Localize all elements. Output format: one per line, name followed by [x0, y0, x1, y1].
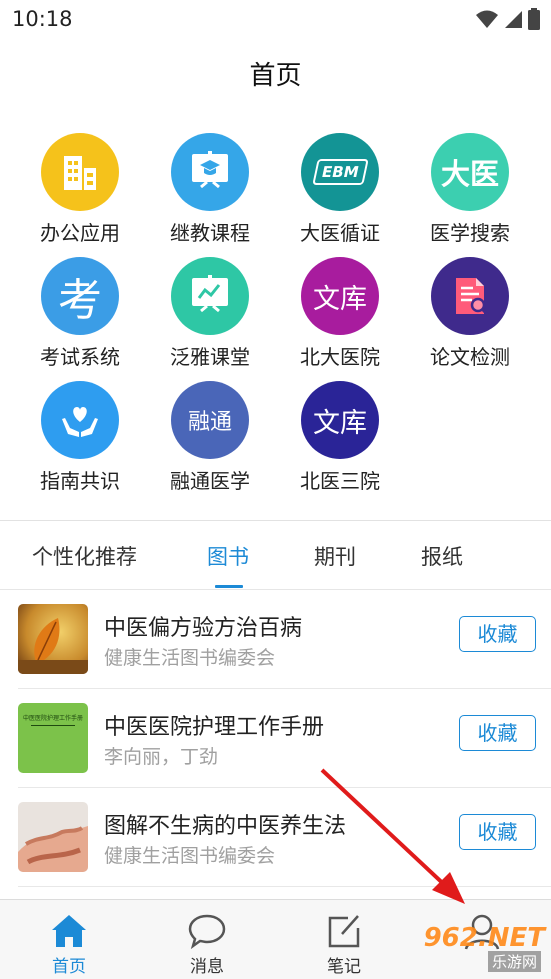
- app-label: 办公应用: [40, 221, 120, 245]
- ebm-logo-icon: EBM: [301, 133, 379, 211]
- nav-label: 消息: [190, 957, 224, 977]
- edit-note-icon: [328, 915, 360, 948]
- dayi-logo-icon: 大医: [431, 133, 509, 211]
- app-pku-hospital[interactable]: 文库 北大医院: [275, 254, 405, 374]
- collect-button[interactable]: 收藏: [459, 616, 536, 652]
- app-office[interactable]: 办公应用: [15, 130, 145, 250]
- chat-bubble-icon: [188, 914, 226, 950]
- ebm-glyph: EBM: [311, 159, 369, 185]
- hands-heart-icon: [41, 381, 119, 459]
- list-item[interactable]: 中医医院护理工作手册 中医医院护理工作手册 李向丽，丁劲 收藏: [0, 689, 551, 788]
- collect-button[interactable]: 收藏: [459, 814, 536, 850]
- app-guidelines[interactable]: 指南共识: [15, 378, 145, 498]
- wifi-icon: [476, 10, 498, 28]
- classroom-chart-icon: [171, 257, 249, 335]
- exam-kao-icon: 考: [41, 257, 119, 335]
- nav-notes[interactable]: 笔记: [275, 900, 413, 979]
- category-tabs: 个性化推荐 图书 期刊 报纸: [0, 521, 551, 589]
- nav-profile[interactable]: [413, 900, 551, 979]
- dayi-glyph: 大医: [440, 157, 499, 191]
- nav-home[interactable]: 首页: [0, 900, 138, 979]
- nav-label: 首页: [52, 957, 86, 977]
- collect-button[interactable]: 收藏: [459, 715, 536, 751]
- book-cover-green-manual: 中医医院护理工作手册: [18, 703, 88, 773]
- book-cover-autumn-leaf: [18, 604, 88, 674]
- office-building-icon: [41, 133, 119, 211]
- app-label: 北大医院: [300, 345, 380, 369]
- app-label: 泛雅课堂: [170, 345, 250, 369]
- book-author: 健康生活图书编委会: [104, 647, 276, 669]
- rongtong-icon: 融通: [171, 381, 249, 459]
- bottom-nav: 首页 消息 笔记: [0, 899, 551, 979]
- app-label: 指南共识: [40, 469, 120, 493]
- list-item[interactable]: 中医偏方验方治百病 健康生活图书编委会 收藏: [0, 590, 551, 689]
- status-time: 10:18: [12, 7, 73, 31]
- home-icon: [52, 915, 86, 947]
- app-label: 北医三院: [300, 469, 380, 493]
- profile-icon: [464, 914, 500, 950]
- list-item[interactable]: 图解不生病的中医养生法 健康生活图书编委会 收藏: [0, 788, 551, 887]
- app-exam[interactable]: 考 考试系统: [15, 254, 145, 374]
- app-ebm[interactable]: EBM 大医循证: [275, 130, 405, 250]
- app-label: 大医循证: [300, 221, 380, 245]
- wenku-glyph: 文库: [313, 407, 367, 439]
- app-label: 融通医学: [170, 469, 250, 493]
- status-icons: [475, 8, 541, 30]
- rongtong-glyph: 融通: [187, 410, 232, 435]
- book-title: 中医医院护理工作手册: [104, 715, 325, 740]
- book-author: 李向丽，丁劲: [104, 746, 219, 768]
- tab-journals[interactable]: 期刊: [314, 541, 356, 571]
- tab-books[interactable]: 图书: [207, 541, 249, 571]
- app-courses[interactable]: 继教课程: [145, 130, 275, 250]
- app-search[interactable]: 大医 医学搜索: [405, 130, 535, 250]
- presentation-board-icon: [171, 133, 249, 211]
- status-bar: 10:18: [0, 0, 551, 38]
- battery-icon: [528, 8, 540, 30]
- book-author: 健康生活图书编委会: [104, 845, 276, 867]
- wenku-glyph: 文库: [313, 283, 367, 315]
- app-label: 论文检测: [430, 345, 510, 369]
- signal-icon: [505, 11, 522, 28]
- app-rongtong[interactable]: 融通 融通医学: [145, 378, 275, 498]
- kao-glyph: 考: [58, 275, 102, 326]
- wenku-library-icon: 文库: [301, 381, 379, 459]
- cover-rule: [31, 725, 75, 726]
- app-label: 医学搜索: [430, 221, 510, 245]
- app-fanya[interactable]: 泛雅课堂: [145, 254, 275, 374]
- row-divider: [18, 886, 551, 887]
- app-paper-check[interactable]: 论文检测: [405, 254, 535, 374]
- page-title: 首页: [249, 61, 302, 91]
- app-pku-third-hospital[interactable]: 文库 北医三院: [275, 378, 405, 498]
- app-label: 考试系统: [40, 345, 120, 369]
- nav-messages[interactable]: 消息: [138, 900, 276, 979]
- nav-label: 笔记: [327, 957, 361, 977]
- cover-text: 中医医院护理工作手册: [22, 715, 83, 722]
- tab-newspapers[interactable]: 报纸: [421, 541, 463, 571]
- active-tab-indicator: [215, 585, 243, 588]
- paper-check-icon: [431, 257, 509, 335]
- book-title: 图解不生病的中医养生法: [104, 814, 347, 839]
- book-cover-hands-photo: [18, 802, 88, 872]
- app-label: 继教课程: [170, 221, 250, 245]
- book-title: 中医偏方验方治百病: [104, 616, 303, 641]
- wenku-library-icon: 文库: [301, 257, 379, 335]
- tab-personalized[interactable]: 个性化推荐: [32, 541, 137, 571]
